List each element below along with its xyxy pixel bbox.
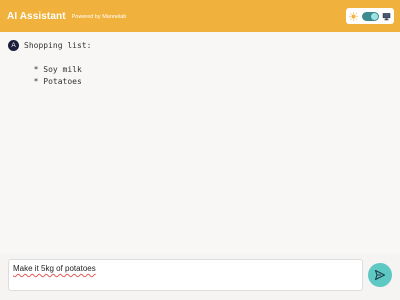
message-input[interactable]: Make it 5kg of potatoes xyxy=(8,259,363,291)
message-line: Shopping list: xyxy=(24,41,92,50)
avatar: A xyxy=(8,40,19,51)
composer-bar: Make it 5kg of potatoes xyxy=(0,254,400,300)
message-text: Shopping list: * Soy milk * Potatoes xyxy=(24,40,91,88)
header-bar: AI Assistant Powered by Mannelab xyxy=(0,0,400,32)
toggle-knob xyxy=(370,12,378,20)
theme-toggle-group xyxy=(346,8,394,24)
sun-icon[interactable] xyxy=(349,11,358,21)
assistant-message: A Shopping list: * Soy milk * Potatoes xyxy=(8,40,91,88)
message-line: * Soy milk xyxy=(24,65,82,74)
app-subtitle: Powered by Mannelab xyxy=(71,13,127,20)
chat-area: A Shopping list: * Soy milk * Potatoes xyxy=(0,32,400,254)
message-line: * Potatoes xyxy=(24,77,82,86)
theme-toggle-switch[interactable] xyxy=(361,11,379,21)
monitor-icon[interactable] xyxy=(382,12,391,21)
send-icon xyxy=(374,269,386,281)
app-window: AI Assistant Powered by Mannelab A Shopp… xyxy=(0,0,400,300)
message-input-value[interactable]: Make it 5kg of potatoes xyxy=(13,264,96,273)
app-title: AI Assistant xyxy=(7,10,66,22)
send-button[interactable] xyxy=(368,263,392,287)
